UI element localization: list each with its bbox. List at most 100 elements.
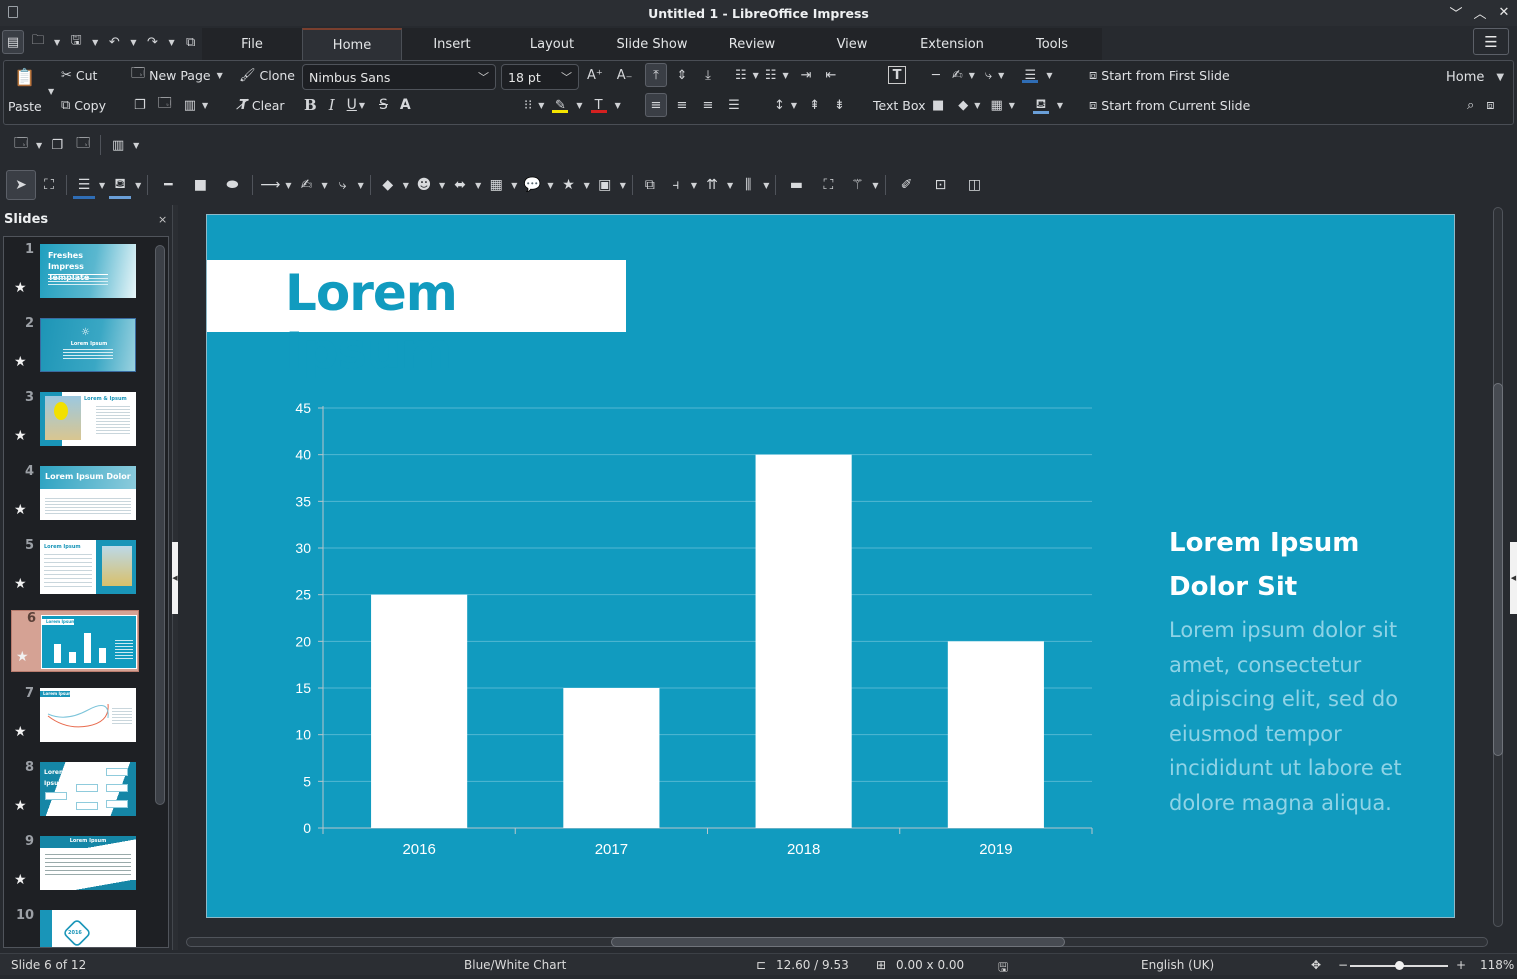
align-objects-tool[interactable]: ⫞	[663, 171, 689, 199]
connector-tool[interactable]: ⤷	[330, 171, 356, 199]
increase-paragraph-spacing-icon[interactable]: ⇞	[809, 98, 820, 113]
vertical-scrollbar[interactable]	[1493, 207, 1503, 927]
align-middle-icon[interactable]: ⇕	[671, 68, 693, 83]
basic-shapes-dropdown[interactable]: ▼	[403, 181, 409, 190]
flowchart-tool[interactable]: ▦	[483, 171, 509, 199]
new-page-dropdown[interactable]: ▼	[217, 71, 223, 80]
duplicate-slide-icon[interactable]: ❐	[134, 98, 146, 113]
bold-icon[interactable]: B	[304, 96, 317, 114]
tab-file[interactable]: File	[202, 28, 302, 60]
increase-indent-icon[interactable]: ⇥	[801, 68, 812, 83]
line-spacing-dropdown[interactable]: ▼	[791, 101, 797, 110]
open-button[interactable]: 🗀	[27, 30, 49, 54]
close-panel-button[interactable]: ×	[158, 213, 167, 226]
line-tool[interactable]: ━	[152, 171, 184, 199]
undo-dropdown[interactable]: ▼	[130, 38, 136, 47]
rectangle-tool[interactable]: ■	[184, 171, 216, 199]
grow-font-icon[interactable]: A⁺	[587, 68, 603, 83]
bullet-list-icon[interactable]: ☷	[735, 68, 747, 83]
tab-layout[interactable]: Layout	[502, 28, 602, 60]
fill-color-dropdown[interactable]: ▼	[135, 181, 141, 190]
slides-scrollbar[interactable]	[155, 245, 165, 805]
arrow-dropdown[interactable]: ▼	[285, 181, 291, 190]
slide-layout-icon[interactable]: ▥	[184, 98, 196, 113]
side-heading[interactable]: Lorem Ipsum Dolor Sit	[1169, 521, 1409, 609]
font-size-select[interactable]: 18 pt ﹀	[501, 64, 579, 90]
vertical-scrollbar-thumb[interactable]	[1493, 383, 1503, 756]
table-icon[interactable]: ▦	[990, 98, 1002, 113]
align-left-icon[interactable]: ≡	[645, 93, 667, 117]
stars-tool[interactable]: ★	[556, 171, 582, 199]
block-arrows-tool[interactable]: ⬌	[447, 171, 473, 199]
symbol-shapes-tool[interactable]: ☻	[411, 171, 437, 199]
zoom-in-button[interactable]: +	[1456, 958, 1466, 972]
zoom-pan-tool[interactable]: ⛶	[36, 171, 62, 199]
cut-button[interactable]: ✂ Cut	[61, 64, 97, 86]
diamond-icon[interactable]: ◆	[958, 98, 968, 113]
undo-button[interactable]: ↶	[103, 30, 125, 54]
line-color-icon[interactable]: ☰	[1020, 68, 1040, 83]
clear-button[interactable]: T̸ Clear	[239, 94, 285, 116]
numbered-dropdown[interactable]: ▼	[782, 71, 788, 80]
filter-tool[interactable]: ⚚	[844, 171, 870, 199]
text-box-icon-button[interactable]: T	[888, 64, 906, 86]
bar-chart[interactable]: 0 5 10 15 20 25 30 35 40 45 2016 2017 2018 2019	[267, 390, 1107, 870]
fit-slide-icon[interactable]: ✥	[1311, 958, 1321, 972]
numbered-list-icon[interactable]: ☷	[765, 68, 777, 83]
find-icon[interactable]: ⌕	[1467, 98, 1474, 113]
slide-thumbnail-6[interactable]: 6 ★ Lorem Ipsum	[11, 610, 139, 672]
slide-thumbnail-2[interactable]: 2 ★ ☼ Lorem Ipsum	[10, 316, 138, 380]
slide-thumbnail-5[interactable]: 5 ★ Lorem Ipsum	[10, 538, 138, 602]
font-color-icon[interactable]: T	[589, 98, 609, 113]
slide-layout-dropdown[interactable]: ▼	[133, 141, 139, 150]
clone-button[interactable]: 🖌 Clone	[239, 64, 295, 86]
paste-button[interactable]: Paste	[8, 95, 42, 117]
title-box[interactable]: Lorem Ipsum	[207, 260, 626, 380]
font-name-select[interactable]: Nimbus Sans ﹀	[302, 64, 496, 90]
zoom-level[interactable]: 118%	[1480, 958, 1514, 972]
underline-icon[interactable]: U	[347, 97, 357, 113]
toggle-extrusion-tool[interactable]: ◫	[958, 171, 992, 199]
character-spacing-icon[interactable]: ⁝⁝	[524, 98, 532, 113]
stars-dropdown[interactable]: ▼	[584, 181, 590, 190]
connector-icon[interactable]: ⤷	[985, 68, 992, 83]
delete-slide-icon[interactable]: 🗔	[158, 94, 172, 116]
start-current-slide-button[interactable]: ⧈ Start from Current Slide	[1089, 94, 1250, 116]
tab-review[interactable]: Review	[702, 28, 802, 60]
basic-shapes-tool[interactable]: ◆	[375, 171, 401, 199]
3d-objects-dropdown[interactable]: ▼	[620, 181, 626, 190]
arrange-tool[interactable]: ⧉	[637, 171, 663, 199]
tab-tools[interactable]: Tools	[1002, 28, 1102, 60]
freeform-dropdown[interactable]: ▼	[321, 181, 327, 190]
line-color-dropdown[interactable]: ▼	[99, 181, 105, 190]
italic-icon[interactable]: I	[329, 96, 335, 114]
block-arrows-dropdown[interactable]: ▼	[475, 181, 481, 190]
tab-extension[interactable]: Extension	[902, 28, 1002, 60]
arrow-tool[interactable]: ⟶	[257, 171, 283, 199]
tab-insert[interactable]: Insert	[402, 28, 502, 60]
justify-icon[interactable]: ☰	[723, 98, 745, 113]
line-color-tool[interactable]: ☰	[71, 171, 97, 199]
document-modified-icon[interactable]: 🖫	[998, 958, 1008, 979]
align-top-icon[interactable]: ⤒	[645, 63, 667, 87]
line-icon[interactable]: ─	[932, 68, 940, 83]
save-button[interactable]: 🖫	[65, 30, 87, 54]
maximize-button[interactable]: ︿	[1473, 3, 1487, 22]
fill-color-tool[interactable]: ⛾	[107, 171, 133, 199]
distribute-dropdown[interactable]: ▼	[763, 181, 769, 190]
table-dropdown[interactable]: ▼	[1009, 101, 1015, 110]
redo-dropdown[interactable]: ▼	[168, 38, 174, 47]
crop-tool[interactable]: ⛶	[812, 171, 844, 199]
highlight-dropdown[interactable]: ▼	[576, 101, 582, 110]
strikethrough-icon[interactable]: S	[379, 97, 388, 113]
slide-thumbnail-8[interactable]: 8 ★ Lorem Ipsum	[10, 760, 138, 824]
hamburger-menu-button[interactable]: ☰	[1473, 28, 1509, 55]
callouts-dropdown[interactable]: ▼	[547, 181, 553, 190]
align-dropdown[interactable]: ▼	[691, 181, 697, 190]
new-slide-dropdown[interactable]: ▼	[36, 141, 42, 150]
horizontal-scrollbar[interactable]	[186, 937, 1488, 947]
slide-thumbnail-10[interactable]: 10 2016	[10, 908, 138, 947]
align-center-icon[interactable]: ≡	[671, 98, 693, 113]
line-color-dropdown[interactable]: ▼	[1046, 71, 1052, 80]
paste-dropdown[interactable]: ▼	[48, 87, 54, 96]
